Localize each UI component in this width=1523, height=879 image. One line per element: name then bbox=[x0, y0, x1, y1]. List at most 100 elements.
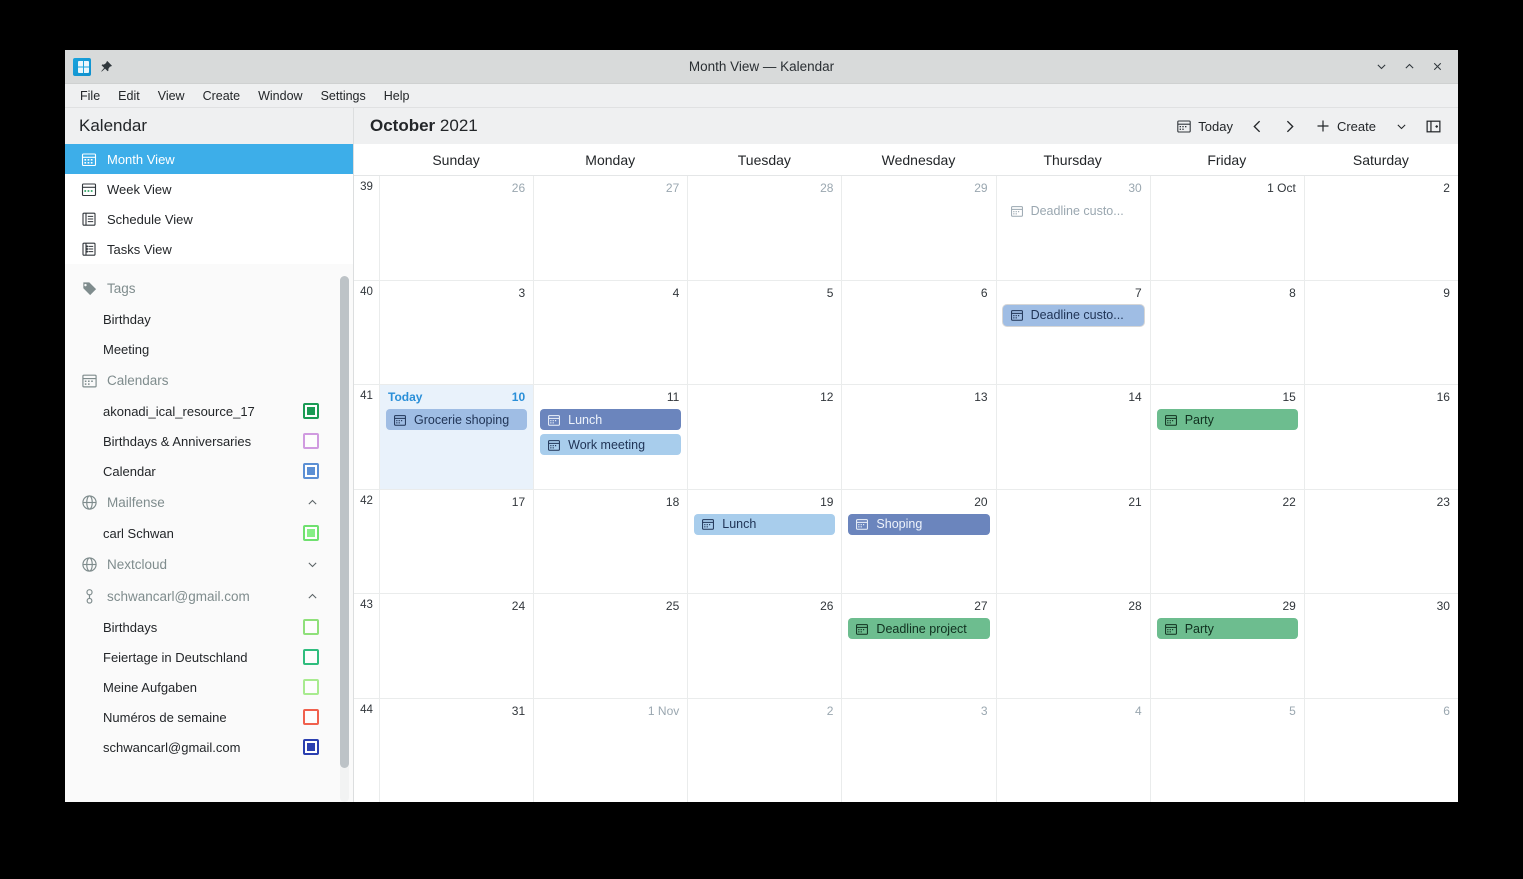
day-cell[interactable]: 14 bbox=[995, 385, 1150, 489]
tag-item-birthday[interactable]: Birthday bbox=[65, 304, 353, 334]
chevron-up-icon[interactable] bbox=[306, 496, 319, 509]
calendar-item-feiertage[interactable]: Feiertage in Deutschland bbox=[65, 642, 353, 672]
calendar-color-swatch[interactable] bbox=[303, 679, 319, 695]
day-cell[interactable]: 29 Party bbox=[1149, 594, 1304, 698]
sidebar-item-tasks-view[interactable]: Tasks View bbox=[65, 234, 353, 264]
menu-help[interactable]: Help bbox=[375, 87, 419, 105]
calendar-color-swatch[interactable] bbox=[303, 463, 319, 479]
calendar-event[interactable]: Grocerie shoping bbox=[386, 409, 528, 430]
account-header-mailfense[interactable]: Mailfense bbox=[65, 486, 353, 518]
day-cell[interactable]: 3 bbox=[379, 280, 533, 384]
day-cell[interactable]: 6 bbox=[1303, 698, 1458, 802]
calendar-event[interactable]: Party bbox=[1156, 618, 1298, 639]
calendar-item-akonadi[interactable]: akonadi_ical_resource_17 bbox=[65, 396, 353, 426]
calendar-item-birthdays[interactable]: Birthdays bbox=[65, 612, 353, 642]
day-cell[interactable]: 2 bbox=[1303, 176, 1458, 280]
next-month-button[interactable] bbox=[1275, 113, 1305, 139]
calendar-color-swatch[interactable] bbox=[303, 403, 319, 419]
maximize-button[interactable] bbox=[1396, 54, 1422, 80]
close-button[interactable] bbox=[1424, 54, 1450, 80]
calendar-event[interactable]: Lunch bbox=[540, 409, 682, 430]
sidebar-item-schedule-view[interactable]: Schedule View bbox=[65, 204, 353, 234]
calendar-item-calendar[interactable]: Calendar bbox=[65, 456, 353, 486]
day-cell[interactable]: 15 Party bbox=[1149, 385, 1304, 489]
day-cell[interactable]: 30 bbox=[1303, 594, 1458, 698]
sidebar-item-week-view[interactable]: Week View bbox=[65, 174, 353, 204]
calendar-color-swatch[interactable] bbox=[303, 433, 319, 449]
menu-file[interactable]: File bbox=[71, 87, 109, 105]
day-cell[interactable]: 24 bbox=[379, 594, 533, 698]
menu-window[interactable]: Window bbox=[249, 87, 311, 105]
calendar-color-swatch[interactable] bbox=[303, 709, 319, 725]
day-cell[interactable]: 26 bbox=[379, 176, 533, 280]
calendars-section-header[interactable]: Calendars bbox=[65, 364, 353, 396]
day-cell[interactable]: 1 Oct bbox=[1149, 176, 1304, 280]
calendar-event[interactable]: Deadline custo... bbox=[1003, 200, 1144, 221]
day-cell[interactable]: 5 bbox=[687, 280, 841, 384]
day-cell[interactable]: 6 bbox=[841, 280, 995, 384]
day-cell[interactable]: 27 Deadline project bbox=[841, 594, 995, 698]
day-cell[interactable]: 12 bbox=[687, 385, 841, 489]
day-cell[interactable]: 28 bbox=[687, 176, 841, 280]
day-cell[interactable]: 26 bbox=[687, 594, 841, 698]
menu-settings[interactable]: Settings bbox=[312, 87, 375, 105]
day-cell[interactable]: 5 bbox=[1149, 698, 1304, 802]
minimize-button[interactable] bbox=[1368, 54, 1394, 80]
calendar-color-swatch[interactable] bbox=[303, 739, 319, 755]
menu-create[interactable]: Create bbox=[194, 87, 250, 105]
calendar-event[interactable]: Deadline custo... bbox=[1002, 304, 1144, 326]
account-header-gmail[interactable]: schwancarl@gmail.com bbox=[65, 580, 353, 612]
day-cell[interactable]: 11 Lunch Work meeting bbox=[533, 385, 687, 489]
calendar-item-carl-schwan[interactable]: carl Schwan bbox=[65, 518, 353, 548]
day-cell[interactable]: 13 bbox=[841, 385, 995, 489]
day-cell[interactable]: 23 bbox=[1303, 489, 1458, 593]
calendar-item-numeros-de-semaine[interactable]: Numéros de semaine bbox=[65, 702, 353, 732]
day-cell[interactable]: 8 bbox=[1149, 280, 1304, 384]
day-cell[interactable]: 3 bbox=[841, 698, 995, 802]
tag-item-meeting[interactable]: Meeting bbox=[65, 334, 353, 364]
tags-section-header[interactable]: Tags bbox=[65, 272, 353, 304]
calendar-event[interactable]: Party bbox=[1156, 409, 1298, 430]
day-cell[interactable]: 18 bbox=[533, 489, 687, 593]
calendar-event[interactable]: Deadline project bbox=[848, 618, 990, 639]
pin-icon[interactable] bbox=[99, 60, 113, 74]
day-cell[interactable]: 2 bbox=[687, 698, 841, 802]
day-cell[interactable]: 28 bbox=[995, 594, 1150, 698]
sidebar-scrollbar[interactable] bbox=[340, 276, 349, 802]
chevron-down-icon[interactable] bbox=[306, 558, 319, 571]
today-button[interactable]: Today bbox=[1168, 113, 1241, 139]
account-header-nextcloud[interactable]: Nextcloud bbox=[65, 548, 353, 580]
day-cell[interactable]: 4 bbox=[995, 698, 1150, 802]
day-cell[interactable]: 4 bbox=[533, 280, 687, 384]
day-cell[interactable]: 20 Shoping bbox=[841, 489, 995, 593]
day-cell[interactable]: 27 bbox=[533, 176, 687, 280]
calendar-color-swatch[interactable] bbox=[303, 649, 319, 665]
menu-edit[interactable]: Edit bbox=[109, 87, 149, 105]
day-cell[interactable]: 7 Deadline custo... bbox=[995, 280, 1150, 384]
calendar-item-meine-aufgaben[interactable]: Meine Aufgaben bbox=[65, 672, 353, 702]
day-cell[interactable]: 30 Deadline custo... bbox=[995, 176, 1150, 280]
day-cell[interactable]: 25 bbox=[533, 594, 687, 698]
day-cell[interactable]: 22 bbox=[1149, 489, 1304, 593]
day-cell[interactable]: 31 bbox=[379, 698, 533, 802]
sidebar-scrollbar-thumb[interactable] bbox=[340, 276, 349, 768]
sidebar-item-month-view[interactable]: Month View bbox=[65, 144, 353, 174]
calendar-item-birthdays-anniversaries[interactable]: Birthdays & Anniversaries bbox=[65, 426, 353, 456]
panel-toggle-button[interactable] bbox=[1418, 113, 1448, 139]
day-cell[interactable]: 29 bbox=[841, 176, 995, 280]
calendar-color-swatch[interactable] bbox=[303, 525, 319, 541]
day-cell[interactable]: 17 bbox=[379, 489, 533, 593]
menu-view[interactable]: View bbox=[149, 87, 194, 105]
day-cell[interactable]: 16 bbox=[1303, 385, 1458, 489]
day-cell[interactable]: 19 Lunch bbox=[687, 489, 841, 593]
day-cell[interactable]: 1 Nov bbox=[533, 698, 687, 802]
calendar-item-schwancarl-gmail[interactable]: schwancarl@gmail.com bbox=[65, 732, 353, 762]
calendar-event[interactable]: Lunch bbox=[694, 513, 836, 535]
calendar-event[interactable]: Work meeting bbox=[540, 434, 682, 455]
day-cell[interactable]: 9 bbox=[1303, 280, 1458, 384]
create-button[interactable]: Create bbox=[1307, 113, 1384, 139]
day-cell[interactable]: 21 bbox=[995, 489, 1150, 593]
create-dropdown-button[interactable] bbox=[1386, 113, 1416, 139]
chevron-up-icon[interactable] bbox=[306, 590, 319, 603]
calendar-event[interactable]: Shoping bbox=[848, 513, 990, 535]
